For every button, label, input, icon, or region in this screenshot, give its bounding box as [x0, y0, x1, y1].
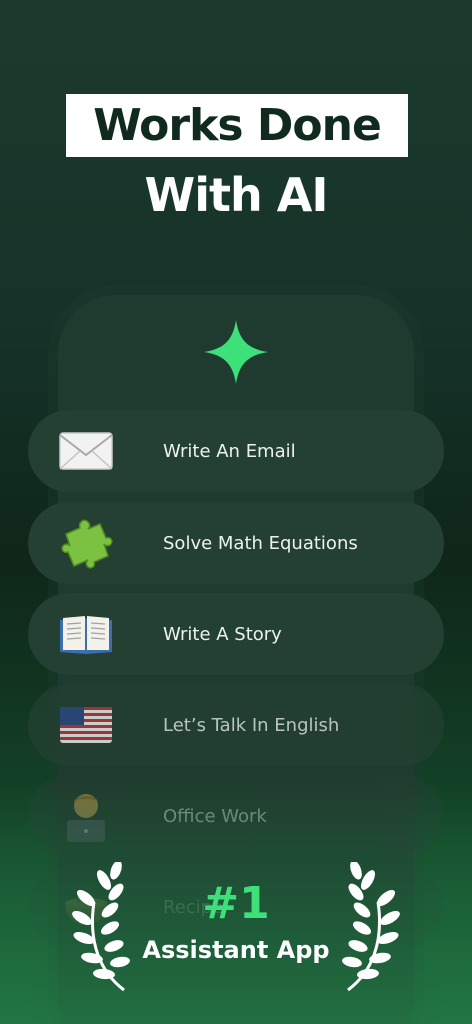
- headline-line-2: With AI: [144, 168, 329, 222]
- feature-label: Write A Story: [163, 623, 282, 645]
- feature-item-office-work[interactable]: Office Work: [28, 775, 444, 857]
- feature-label: Let’s Talk In English: [163, 714, 340, 736]
- puzzle-icon: [56, 518, 116, 569]
- feature-label: Solve Math Equations: [163, 532, 358, 554]
- us-flag-icon: [56, 700, 116, 750]
- headline-box: Works Done: [66, 94, 408, 157]
- headline-line-1: Works Done: [93, 100, 382, 151]
- badge-text: Assistant App: [142, 936, 330, 964]
- badge-rank: #1: [202, 878, 270, 929]
- feature-item-write-email[interactable]: Write An Email: [28, 410, 444, 492]
- feature-label: Office Work: [163, 805, 267, 827]
- envelope-icon: [56, 426, 116, 476]
- feature-item-write-story[interactable]: Write A Story: [28, 593, 444, 675]
- feature-item-solve-math[interactable]: Solve Math Equations: [28, 502, 444, 584]
- feature-item-talk-english[interactable]: Let’s Talk In English: [28, 684, 444, 766]
- sparkle-icon: [204, 320, 268, 384]
- feature-label: Write An Email: [163, 440, 296, 462]
- technologist-icon: [56, 791, 116, 842]
- open-book-icon: [56, 609, 116, 659]
